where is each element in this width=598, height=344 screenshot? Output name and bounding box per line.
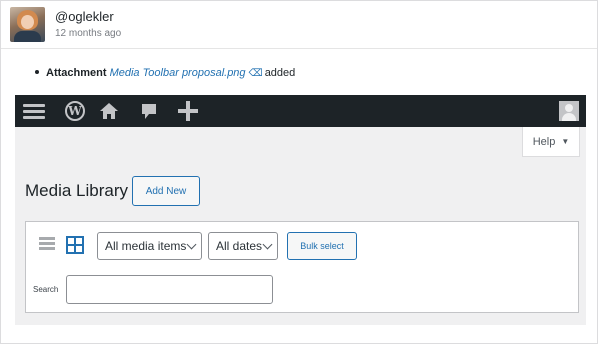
comment-username[interactable]: @oglekler xyxy=(55,9,114,24)
media-type-filter[interactable]: All media items xyxy=(97,232,202,260)
change-action: added xyxy=(264,67,296,79)
attachment-screenshot[interactable]: W Help ▼ Media Library Add New All media… xyxy=(15,95,586,325)
menu-icon[interactable] xyxy=(23,95,45,127)
home-icon[interactable] xyxy=(99,95,119,127)
bullet-icon xyxy=(35,70,39,75)
user-avatar[interactable] xyxy=(10,7,45,42)
chevron-down-icon xyxy=(186,239,197,250)
list-view-icon[interactable] xyxy=(39,237,55,253)
attachment-change-item: Attachment Media Toolbar proposal.png ⌫ ad… xyxy=(35,67,295,79)
caret-down-icon: ▼ xyxy=(561,137,570,146)
grid-view-icon[interactable] xyxy=(66,236,84,254)
account-avatar-icon[interactable] xyxy=(559,101,579,121)
comment-header: @oglekler 12 months ago xyxy=(1,1,597,49)
media-toolbar: All media items All dates Bulk select Se… xyxy=(25,221,579,313)
bulk-select-button[interactable]: Bulk select xyxy=(287,232,357,260)
date-filter-value: All dates xyxy=(216,239,263,253)
page-title: Media Library xyxy=(25,181,128,200)
plus-icon[interactable] xyxy=(177,95,199,127)
help-tab-label: Help xyxy=(532,135,556,148)
search-label: Search xyxy=(33,285,59,294)
change-field-label: Attachment xyxy=(46,67,107,79)
date-filter[interactable]: All dates xyxy=(208,232,278,260)
media-type-filter-value: All media items xyxy=(105,239,187,253)
add-new-button[interactable]: Add New xyxy=(132,176,200,206)
comment-icon[interactable] xyxy=(139,95,159,127)
search-input[interactable] xyxy=(66,275,273,304)
wordpress-logo-icon[interactable]: W xyxy=(63,95,87,127)
comment-timestamp[interactable]: 12 months ago xyxy=(55,28,121,39)
chevron-down-icon xyxy=(262,239,273,250)
admin-bar: W xyxy=(15,95,586,127)
pin-icon[interactable]: ⌫ xyxy=(249,68,263,79)
avatar-shirt xyxy=(14,31,41,42)
attachment-link[interactable]: Media Toolbar proposal.png xyxy=(110,67,246,79)
comment-card: @oglekler 12 months ago Attachment Media… xyxy=(0,0,598,344)
avatar-face xyxy=(21,15,34,29)
help-tab[interactable]: Help ▼ xyxy=(522,127,580,157)
